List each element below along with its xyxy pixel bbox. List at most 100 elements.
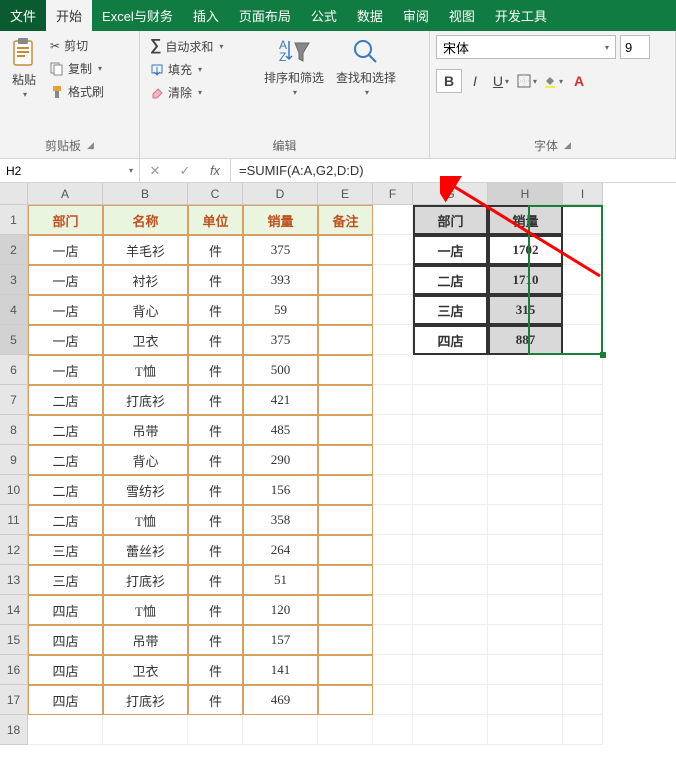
cell[interactable]	[373, 445, 413, 475]
cell[interactable]	[413, 505, 488, 535]
main-cell[interactable]: T恤	[103, 355, 188, 385]
summary-dept[interactable]: 四店	[413, 325, 488, 355]
cell[interactable]	[373, 505, 413, 535]
main-cell[interactable]: 卫衣	[103, 325, 188, 355]
main-cell[interactable]: 157	[243, 625, 318, 655]
select-all-corner[interactable]	[0, 183, 28, 205]
cell[interactable]	[373, 475, 413, 505]
cell[interactable]	[318, 715, 373, 745]
main-cell[interactable]	[318, 535, 373, 565]
main-cell[interactable]: 背心	[103, 295, 188, 325]
row-header[interactable]: 14	[0, 595, 28, 625]
row-header[interactable]: 12	[0, 535, 28, 565]
format-painter-button[interactable]: 格式刷	[46, 81, 108, 102]
fill-button[interactable]: 填充▾	[146, 59, 256, 80]
main-cell[interactable]: 卫衣	[103, 655, 188, 685]
col-header[interactable]: H	[488, 183, 563, 205]
cell[interactable]	[373, 565, 413, 595]
main-cell[interactable]: 四店	[28, 655, 103, 685]
cell[interactable]	[563, 205, 603, 235]
cell[interactable]	[488, 625, 563, 655]
cell[interactable]	[188, 715, 243, 745]
col-header[interactable]: E	[318, 183, 373, 205]
cell[interactable]	[563, 655, 603, 685]
spreadsheet[interactable]: ABCDEFGHI1部门名称单位销量备注部门销量2一店羊毛衫件375一店1702…	[0, 183, 676, 745]
row-header[interactable]: 17	[0, 685, 28, 715]
cell[interactable]	[413, 595, 488, 625]
main-cell[interactable]: 吊带	[103, 625, 188, 655]
cell[interactable]	[103, 715, 188, 745]
main-cell[interactable]: 二店	[28, 475, 103, 505]
main-cell[interactable]: 件	[188, 685, 243, 715]
cell[interactable]	[488, 505, 563, 535]
main-cell[interactable]: 375	[243, 325, 318, 355]
main-cell[interactable]: 421	[243, 385, 318, 415]
confirm-formula-button[interactable]: ✓	[170, 163, 200, 179]
main-header[interactable]: 备注	[318, 205, 373, 235]
copy-button[interactable]: 复制▾	[46, 58, 108, 79]
main-header[interactable]: 名称	[103, 205, 188, 235]
cell[interactable]	[28, 715, 103, 745]
row-header[interactable]: 5	[0, 325, 28, 355]
main-cell[interactable]	[318, 265, 373, 295]
tab-excel-finance[interactable]: Excel与财务	[92, 0, 183, 31]
cell[interactable]	[413, 685, 488, 715]
cell[interactable]	[413, 715, 488, 745]
cell[interactable]	[563, 685, 603, 715]
col-header[interactable]: B	[103, 183, 188, 205]
main-cell[interactable]	[318, 475, 373, 505]
font-size-select[interactable]: 9	[620, 35, 650, 59]
border-button[interactable]: ▾	[514, 69, 540, 93]
tab-review[interactable]: 审阅	[393, 0, 439, 31]
cell[interactable]	[563, 295, 603, 325]
summary-header[interactable]: 销量	[488, 205, 563, 235]
cell[interactable]	[373, 385, 413, 415]
main-cell[interactable]: 一店	[28, 295, 103, 325]
main-cell[interactable]: 件	[188, 355, 243, 385]
main-cell[interactable]: 件	[188, 595, 243, 625]
main-cell[interactable]	[318, 385, 373, 415]
cell[interactable]	[243, 715, 318, 745]
cell[interactable]	[563, 715, 603, 745]
main-cell[interactable]: 375	[243, 235, 318, 265]
main-cell[interactable]: 件	[188, 295, 243, 325]
main-cell[interactable]	[318, 235, 373, 265]
main-cell[interactable]: 件	[188, 625, 243, 655]
main-cell[interactable]: 264	[243, 535, 318, 565]
cell[interactable]	[563, 415, 603, 445]
main-cell[interactable]: 衬衫	[103, 265, 188, 295]
row-header[interactable]: 3	[0, 265, 28, 295]
cell[interactable]	[413, 415, 488, 445]
row-header[interactable]: 2	[0, 235, 28, 265]
main-cell[interactable]: 一店	[28, 325, 103, 355]
row-header[interactable]: 13	[0, 565, 28, 595]
cell[interactable]	[563, 595, 603, 625]
cell[interactable]	[563, 445, 603, 475]
selection-handle[interactable]	[600, 352, 606, 358]
tab-page-layout[interactable]: 页面布局	[229, 0, 301, 31]
dialog-launcher-icon[interactable]: ◢	[564, 140, 571, 151]
row-header[interactable]: 11	[0, 505, 28, 535]
main-cell[interactable]: 59	[243, 295, 318, 325]
col-header[interactable]: D	[243, 183, 318, 205]
cell[interactable]	[488, 565, 563, 595]
main-cell[interactable]: 一店	[28, 265, 103, 295]
main-cell[interactable]	[318, 445, 373, 475]
main-cell[interactable]: 一店	[28, 235, 103, 265]
summary-value[interactable]: 1702	[488, 235, 563, 265]
cell[interactable]	[488, 445, 563, 475]
main-cell[interactable]: 二店	[28, 415, 103, 445]
row-header[interactable]: 8	[0, 415, 28, 445]
main-cell[interactable]: 件	[188, 385, 243, 415]
row-header[interactable]: 16	[0, 655, 28, 685]
autosum-button[interactable]: ∑ 自动求和▾	[146, 35, 256, 57]
cell[interactable]	[488, 355, 563, 385]
main-cell[interactable]: 393	[243, 265, 318, 295]
cell[interactable]	[373, 205, 413, 235]
main-cell[interactable]	[318, 295, 373, 325]
tab-insert[interactable]: 插入	[183, 0, 229, 31]
main-cell[interactable]: 羊毛衫	[103, 235, 188, 265]
main-cell[interactable]: 四店	[28, 595, 103, 625]
cell[interactable]	[563, 505, 603, 535]
cell[interactable]	[563, 355, 603, 385]
